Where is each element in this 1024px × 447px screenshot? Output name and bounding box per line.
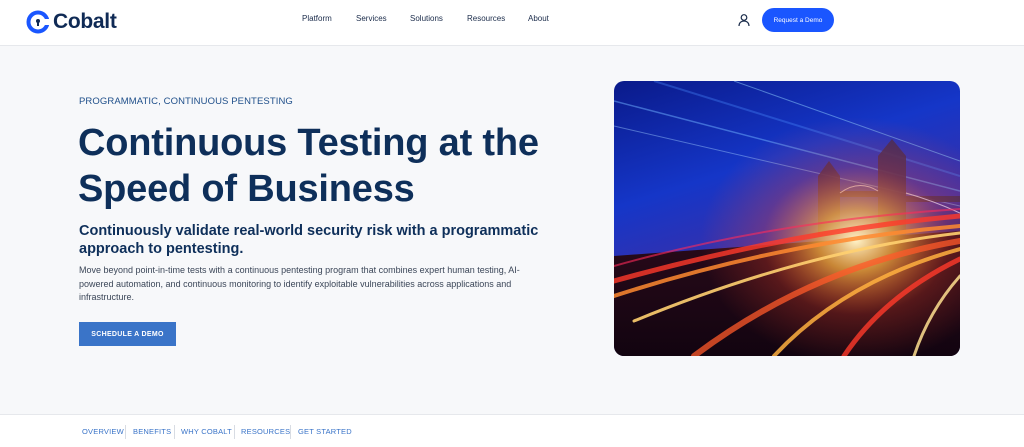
subnav-divider	[290, 425, 291, 439]
nav-item-solutions[interactable]: Solutions	[410, 14, 443, 23]
user-icon[interactable]	[737, 13, 751, 27]
subnav-item-get-started[interactable]: GET STARTED	[298, 427, 352, 436]
subnav-divider	[174, 425, 175, 439]
hero-eyebrow: PROGRAMMATIC, CONTINUOUS PENTESTING	[79, 96, 293, 107]
subnav-divider	[125, 425, 126, 439]
hero-headline: Continuous Testing at the Speed of Busin…	[78, 122, 539, 210]
main-nav: Platform Services Solutions Resources Ab…	[0, 0, 1024, 40]
hero-image	[614, 81, 960, 356]
nav-item-platform[interactable]: Platform	[302, 14, 332, 23]
section-subnav: OVERVIEW BENEFITS WHY COBALT RESOURCES G…	[0, 414, 1024, 447]
subnav-item-benefits[interactable]: BENEFITS	[133, 427, 171, 436]
subnav-item-resources[interactable]: RESOURCES	[241, 427, 290, 436]
nav-item-about[interactable]: About	[528, 14, 549, 23]
hero-subhead: Continuously validate real-world securit…	[79, 223, 539, 257]
subnav-item-why-cobalt[interactable]: WHY COBALT	[181, 427, 232, 436]
nav-item-services[interactable]: Services	[356, 14, 387, 23]
light-trails-bridge-illustration	[614, 81, 960, 356]
subnav-divider	[234, 425, 235, 439]
request-demo-button[interactable]: Request a Demo	[762, 8, 834, 32]
nav-item-resources[interactable]: Resources	[467, 14, 505, 23]
site-header: Cobalt Platform Services Solutions Resou…	[0, 0, 1024, 46]
subnav-item-overview[interactable]: OVERVIEW	[82, 427, 124, 436]
schedule-demo-button[interactable]: SCHEDULE A DEMO	[79, 322, 176, 346]
hero-body: Move beyond point-in-time tests with a c…	[79, 265, 520, 302]
